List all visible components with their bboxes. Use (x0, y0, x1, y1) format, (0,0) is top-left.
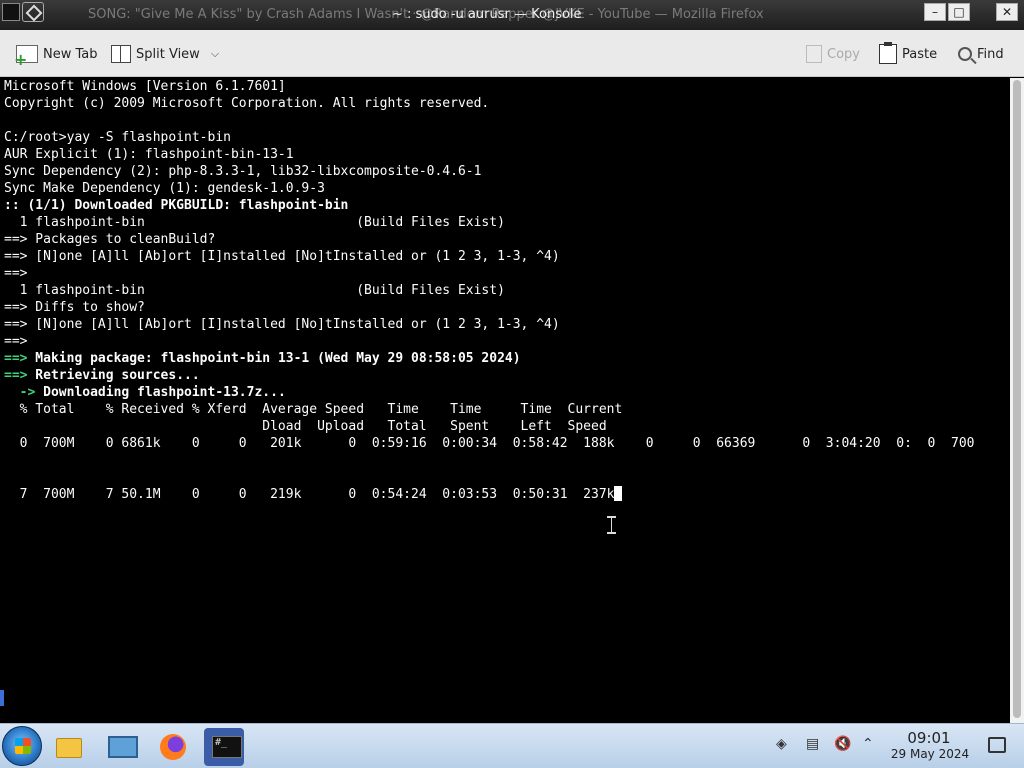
minimize-button[interactable]: – (924, 3, 946, 21)
maximize-button[interactable]: □ (948, 3, 970, 21)
terminal-line: Dload Upload Total Spent Left Speed (4, 419, 607, 434)
chevron-up-icon[interactable]: ⌃ (862, 736, 874, 752)
paste-button[interactable]: Paste (879, 42, 938, 64)
copy-button[interactable]: Copy (806, 44, 860, 64)
terminal-line: Sync Dependency (2): php-8.3.3-1, lib32-… (4, 164, 482, 179)
start-button[interactable] (2, 726, 42, 766)
terminal-line: Copyright (c) 2009 Microsoft Corporation… (4, 96, 490, 111)
new-tab-icon (14, 45, 38, 69)
clipboard-icon[interactable]: ▤ (806, 736, 819, 752)
terminal-line: ==> (4, 334, 28, 349)
scroll-marker (0, 690, 4, 706)
terminal-line: Microsoft Windows [Version 6.1.7601] (4, 79, 286, 94)
ibeam-cursor-icon (607, 516, 616, 534)
terminal-line: ==> [N]one [A]ll [Ab]ort [I]nstalled [No… (4, 249, 560, 264)
find-label: Find (977, 46, 1004, 62)
search-icon (958, 47, 972, 61)
terminal-line: ==> (4, 266, 28, 281)
paste-label: Paste (902, 46, 938, 62)
firefox-icon[interactable] (152, 728, 192, 766)
taskbar: ◈ ▤ 🔇 ⌃ 09:01 29 May 2024 (0, 723, 1024, 768)
new-tab-button[interactable]: New Tab (14, 44, 98, 69)
chevron-down-icon[interactable]: ⌵ (211, 47, 219, 61)
terminal-line: AUR Explicit (1): flashpoint-bin-13-1 (4, 147, 294, 162)
clock-date[interactable]: 29 May 2024 (888, 747, 972, 761)
terminal-line: -> Downloading flashpoint-13.7z... (19, 385, 286, 400)
paste-icon (879, 42, 897, 64)
terminal-line: :: (1/1) Downloaded PKGBUILD: flashpoint… (4, 198, 349, 213)
file-explorer-icon[interactable] (48, 728, 88, 766)
terminal-line: 1 flashpoint-bin (Build Files Exist) (4, 283, 505, 298)
network-icon[interactable]: ◈ (776, 736, 787, 752)
window-menu-icon[interactable] (22, 2, 44, 22)
copy-icon (806, 45, 822, 63)
terminal-line: % Total % Received % Xferd Average Speed… (4, 402, 623, 417)
arrow-prefix: -> (19, 385, 36, 400)
split-view-button[interactable]: Split View ⌵ (111, 44, 219, 64)
scrollbar-thumb[interactable] (1013, 80, 1021, 718)
terminal-line: ==> Retrieving sources... (4, 368, 200, 383)
split-view-label: Split View (136, 46, 200, 62)
terminal-line: ==> Packages to cleanBuild? (4, 232, 216, 247)
konsole-taskbar-icon[interactable] (204, 728, 244, 766)
terminal-line: C:/root>yay -S flashpoint-bin (4, 130, 231, 145)
volume-muted-icon[interactable]: 🔇 (834, 736, 851, 752)
terminal-scrollbar[interactable] (1010, 78, 1024, 723)
split-view-icon (111, 45, 131, 63)
show-desktop-icon[interactable] (988, 737, 1006, 753)
terminal-line: 1 flashpoint-bin (Build Files Exist) (4, 215, 505, 230)
terminal-output[interactable]: Microsoft Windows [Version 6.1.7601] Cop… (0, 78, 1010, 723)
konsole-toolbar: New Tab Split View ⌵ Copy Paste Find (0, 30, 1024, 77)
terminal-line: Sync Make Dependency (1): gendesk-1.0.9-… (4, 181, 325, 196)
arrow-prefix: ==> (4, 368, 28, 383)
close-button[interactable]: ✕ (996, 3, 1018, 21)
window-titlebar[interactable]: SONG: "Give Me A Kiss" by Crash Adams​ I… (0, 0, 1024, 30)
konsole-app-icon[interactable] (2, 3, 20, 21)
terminal-line: 0 700M 0 6861k 0 0 201k 0 0:59:16 0:00:3… (4, 436, 975, 451)
arrow-prefix: ==> (4, 351, 28, 366)
find-button[interactable]: Find (958, 44, 1004, 64)
terminal-line: ==> Diffs to show? (4, 300, 145, 315)
clock-time[interactable]: 09:01 (906, 729, 952, 747)
copy-label: Copy (827, 46, 860, 62)
control-panel-icon[interactable] (100, 728, 140, 766)
terminal-line-current: 7 700M 7 50.1M 0 0 219k 0 0:54:24 0:03:5… (4, 486, 623, 503)
terminal-current-text: 7 700M 7 50.1M 0 0 219k 0 0:54:24 0:03:5… (4, 487, 615, 502)
window-title: ~ : sudo -u aurusr — Konsole (392, 7, 582, 22)
terminal-line: ==> Making package: flashpoint-bin 13-1 … (4, 351, 521, 366)
text-cursor (614, 486, 623, 501)
terminal-line: ==> [N]one [A]ll [Ab]ort [I]nstalled [No… (4, 317, 560, 332)
new-tab-label: New Tab (43, 46, 98, 62)
